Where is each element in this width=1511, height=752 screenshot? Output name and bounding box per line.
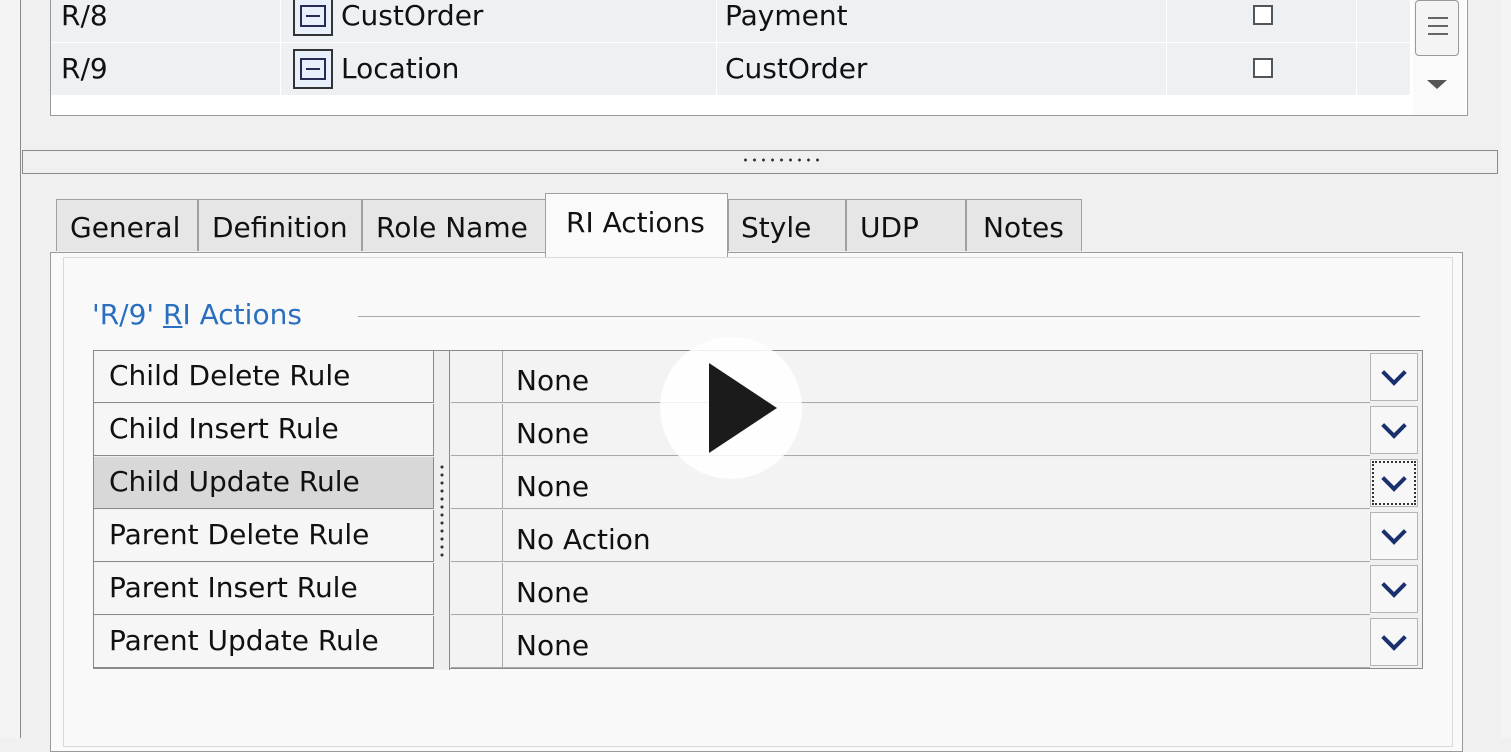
dropdown-button[interactable] [1370, 353, 1418, 401]
row-gap-cell [451, 457, 503, 509]
scrollbar-thumb[interactable] [1415, 0, 1459, 56]
dropdown-button[interactable] [1370, 512, 1418, 560]
tab-notes[interactable]: Notes [966, 199, 1082, 251]
checkbox-cell [1167, 0, 1357, 42]
rule-label: Parent Insert Rule [94, 563, 434, 615]
extra-cell [1357, 43, 1411, 95]
tab-ri-actions[interactable]: RI Actions [545, 193, 728, 257]
extra-cell [1357, 0, 1411, 42]
relationship-grid: R/8 CustOrder Payment R/9 Location CustO… [50, 0, 1468, 116]
rule-value[interactable]: No Action [503, 510, 1370, 562]
group-divider [358, 316, 1420, 317]
rule-label: Child Delete Rule [94, 351, 434, 403]
rule-label: Child Insert Rule [94, 404, 434, 456]
window-frame-left [0, 0, 21, 738]
chevron-down-icon [1381, 572, 1407, 598]
play-button[interactable] [660, 337, 802, 479]
parent-entity-cell: CustOrder [281, 0, 717, 42]
row-gap-cell [451, 404, 503, 456]
ri-rule-row[interactable]: Parent Insert Rule None [94, 563, 1422, 616]
rule-value[interactable]: None [503, 351, 1370, 403]
parent-entity-cell: Location [281, 43, 717, 95]
row-gap-cell [451, 616, 503, 668]
dropdown-button[interactable] [1370, 406, 1418, 454]
table-row[interactable]: R/9 Location CustOrder [51, 43, 1411, 95]
vertical-scrollbar[interactable] [1413, 0, 1465, 115]
row-gap-cell [451, 351, 503, 403]
group-title: 'R/9' RI Actions [92, 298, 302, 331]
rule-value[interactable]: None [503, 404, 1370, 456]
row-gap-cell [451, 563, 503, 615]
tab-style[interactable]: Style [728, 199, 846, 251]
relationship-name-cell: R/9 [51, 43, 281, 95]
chevron-down-icon [1381, 625, 1407, 651]
play-icon [709, 363, 777, 453]
rule-label-selected: Child Update Rule [94, 457, 434, 509]
ri-rule-row[interactable]: Parent Update Rule None [94, 616, 1422, 669]
group-title-accel: R [163, 298, 183, 331]
entity-icon [293, 49, 333, 89]
rule-value[interactable]: None [503, 616, 1370, 668]
entity-icon [293, 0, 333, 36]
group-title-rest: I Actions [182, 298, 302, 331]
checkbox-cell [1167, 43, 1357, 95]
dropdown-button[interactable] [1370, 565, 1418, 613]
ri-rule-row[interactable]: Parent Delete Rule No Action [94, 510, 1422, 563]
scroll-down-arrow-icon[interactable] [1427, 80, 1447, 89]
rule-value[interactable]: None [503, 563, 1370, 615]
rule-label: Parent Delete Rule [94, 510, 434, 562]
dropdown-button[interactable] [1370, 618, 1418, 666]
splitter-grip-icon [741, 158, 825, 162]
tab-udp[interactable]: UDP [846, 199, 966, 251]
group-title-prefix: 'R/9' [92, 298, 163, 331]
tab-role-name[interactable]: Role Name [362, 199, 546, 251]
tab-definition[interactable]: Definition [198, 199, 362, 251]
parent-entity-name: CustOrder [341, 0, 484, 32]
rule-value[interactable]: None [503, 457, 1370, 509]
parent-entity-name: Location [341, 52, 460, 85]
chevron-down-icon [1381, 519, 1407, 545]
table-row[interactable]: R/8 CustOrder Payment [51, 0, 1411, 42]
child-entity-cell: CustOrder [717, 43, 1167, 95]
rule-label: Parent Update Rule [94, 616, 434, 668]
window-frame-right [1501, 0, 1511, 738]
dropdown-button[interactable] [1370, 459, 1418, 507]
row-gap-cell [451, 510, 503, 562]
tab-general[interactable]: General [56, 199, 198, 251]
chevron-down-icon [1381, 360, 1407, 386]
chevron-down-icon [1381, 466, 1407, 492]
pane-splitter[interactable] [22, 150, 1498, 174]
child-entity-cell: Payment [717, 0, 1167, 42]
relationship-name-cell: R/8 [51, 0, 281, 42]
row-checkbox[interactable] [1253, 5, 1273, 25]
row-checkbox[interactable] [1253, 58, 1273, 78]
chevron-down-icon [1381, 413, 1407, 439]
